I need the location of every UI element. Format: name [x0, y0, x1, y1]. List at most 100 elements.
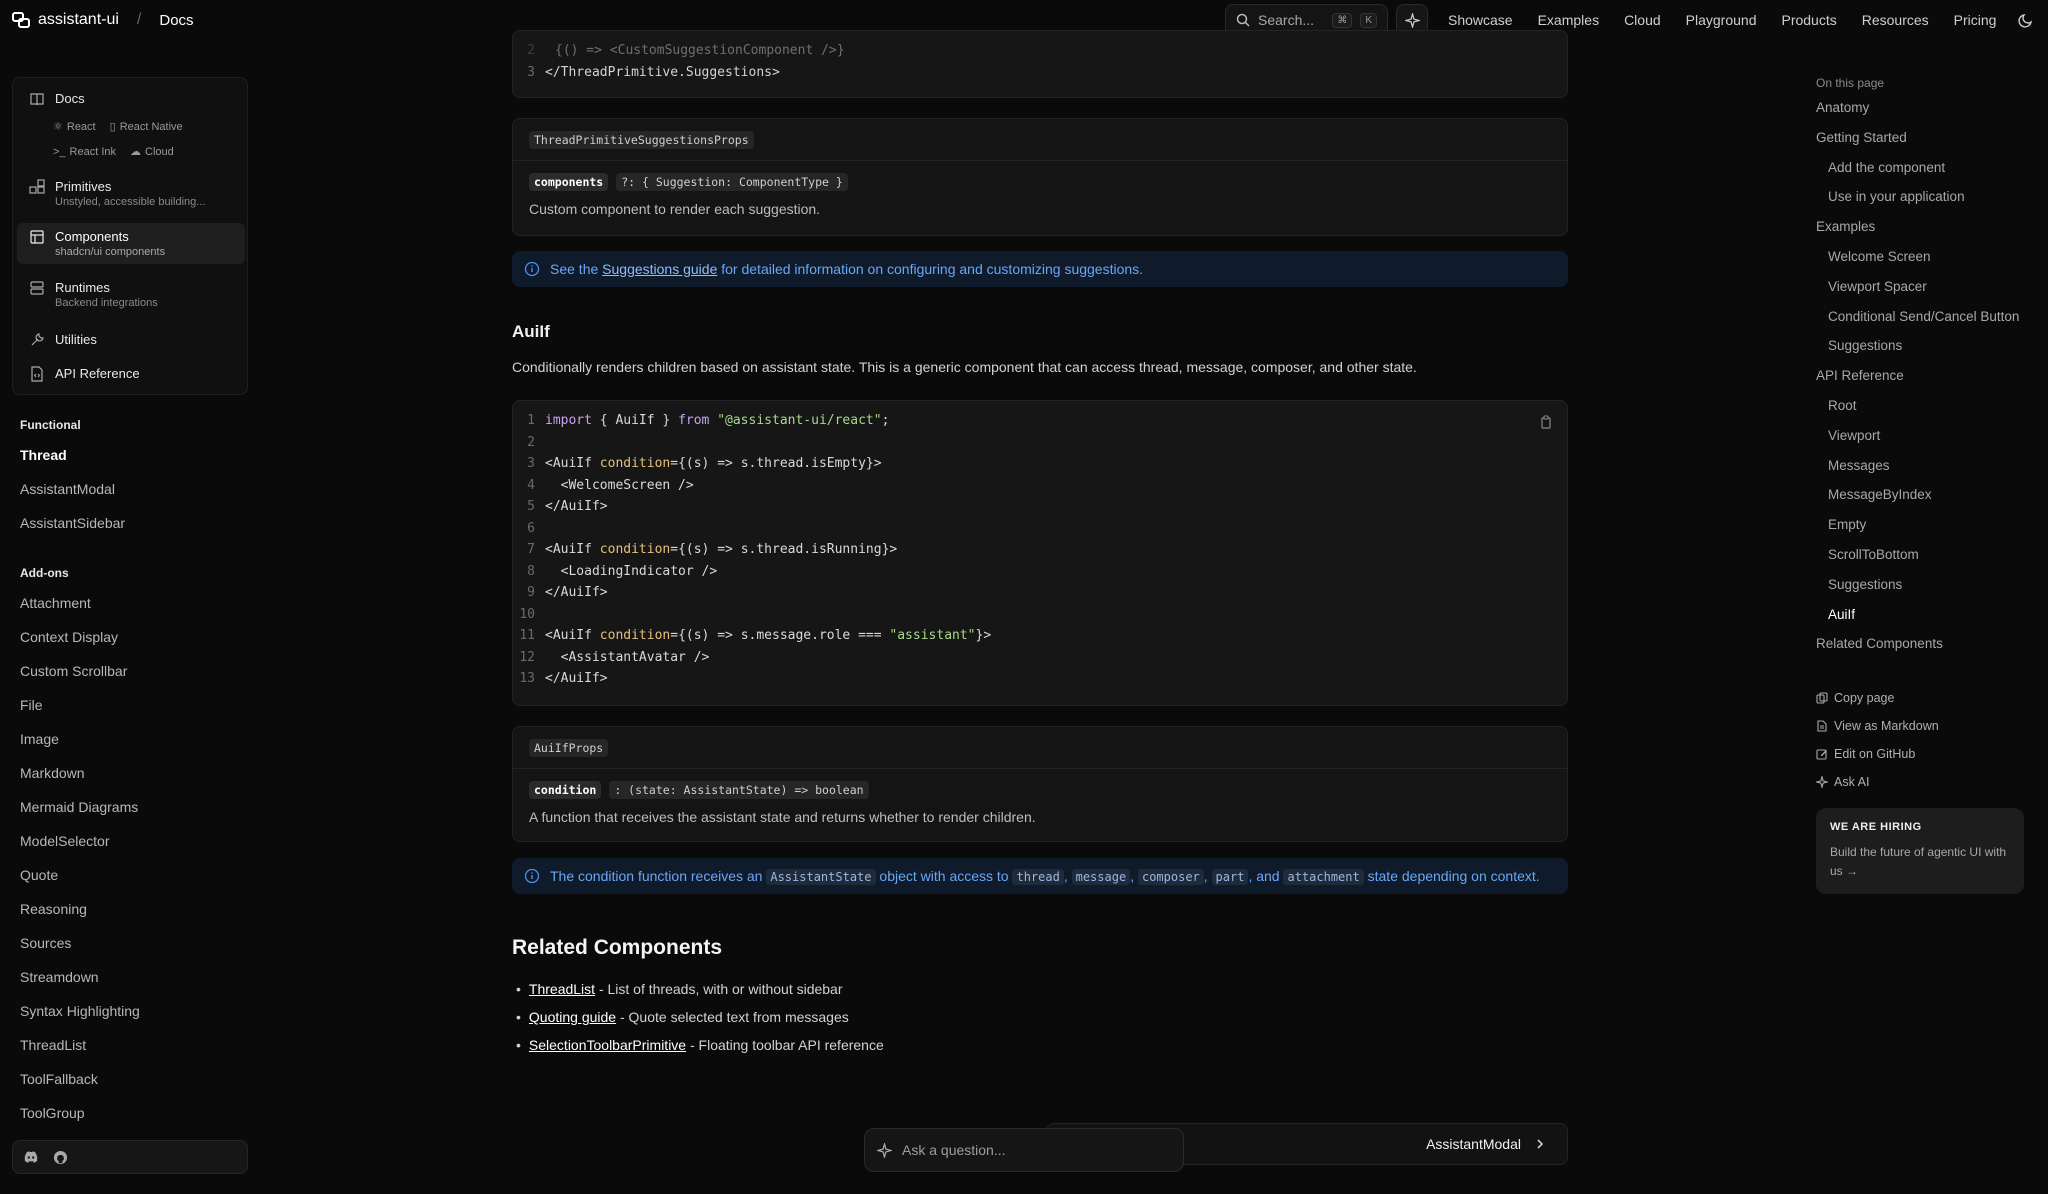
sidebar-link-file[interactable]: File	[20, 697, 43, 713]
ask-ai-button[interactable]: Ask AI	[1816, 768, 2046, 796]
nav-playground[interactable]: Playground	[1686, 12, 1757, 28]
code-block-suggestions: 2 {() => <CustomSuggestionComponent />} …	[512, 30, 1568, 98]
sidebar-item-api-reference[interactable]: API Reference	[17, 360, 245, 388]
theme-toggle-icon[interactable]	[2018, 12, 2034, 28]
terminal-icon: >_	[53, 145, 66, 158]
toc-item[interactable]: Welcome Screen	[1816, 249, 2046, 279]
sidebar-link-markdown[interactable]: Markdown	[20, 765, 85, 781]
sidebar-link-sources[interactable]: Sources	[20, 935, 71, 951]
sidebar-link-streamdown[interactable]: Streamdown	[20, 969, 99, 985]
github-icon[interactable]	[53, 1150, 68, 1165]
platform-react-ink[interactable]: >_ React Ink	[53, 145, 116, 158]
sidebar-item-runtimes[interactable]: Runtimes Backend integrations	[17, 274, 245, 315]
discord-icon[interactable]	[23, 1150, 39, 1164]
toc-item[interactable]: AuiIf	[1816, 607, 2046, 637]
copy-icon[interactable]	[1539, 415, 1553, 429]
code-line: 13 </AuiIf>	[513, 671, 1567, 693]
toc-item[interactable]: Suggestions	[1816, 577, 2046, 607]
toc-item[interactable]: Use in your application	[1816, 189, 2046, 219]
breadcrumb-separator: /	[136, 11, 142, 28]
line-number: 5	[527, 499, 535, 514]
toc-item[interactable]: Conditional Send/Cancel Button	[1816, 309, 2046, 339]
sidebar-link-mermaid-diagrams[interactable]: Mermaid Diagrams	[20, 799, 138, 815]
sidebar-link-custom-scrollbar[interactable]: Custom Scrollbar	[20, 663, 127, 679]
toc-item[interactable]: Examples	[1816, 219, 2046, 249]
line-number: 13	[519, 671, 535, 686]
sidebar-link-assistantmodal[interactable]: AssistantModal	[20, 481, 115, 497]
toc-item[interactable]: Root	[1816, 398, 2046, 428]
callout-text-mid: object with access to	[879, 868, 1009, 884]
suggestions-guide-link[interactable]: Suggestions guide	[602, 261, 717, 277]
ask-question-input[interactable]: Ask a question...	[864, 1128, 1184, 1172]
nav-products[interactable]: Products	[1781, 12, 1836, 28]
link-quoting-guide[interactable]: Quoting guide	[529, 1009, 616, 1025]
platform-react-native[interactable]: ▯ React Native	[110, 120, 183, 134]
toc-item[interactable]: Anatomy	[1816, 100, 2046, 130]
toc-item[interactable]: Add the component	[1816, 160, 2046, 190]
view-markdown-button[interactable]: View as Markdown	[1816, 712, 2046, 740]
sidebar-link-threadlist[interactable]: ThreadList	[20, 1037, 86, 1053]
line-number: 12	[519, 649, 535, 665]
sidebar-item-components[interactable]: Components shadcn/ui components	[17, 223, 245, 264]
callout-text-pre: See the	[550, 261, 599, 277]
code-assistantstate: AssistantState	[766, 869, 876, 885]
sidebar-link-context-display[interactable]: Context Display	[20, 629, 118, 645]
toc-item[interactable]: Viewport	[1816, 428, 2046, 458]
toc-item[interactable]: Viewport Spacer	[1816, 279, 2046, 309]
toc-item[interactable]: MessageByIndex	[1816, 487, 2046, 517]
toc-item[interactable]: Suggestions	[1816, 338, 2046, 368]
sidebar-link-thread[interactable]: Thread	[20, 447, 67, 463]
sidebar-link-attachment[interactable]: Attachment	[20, 595, 91, 611]
sidebar-footer	[12, 1140, 248, 1174]
nav-examples[interactable]: Examples	[1538, 12, 1599, 28]
sidebar-item-docs[interactable]: Docs	[17, 85, 245, 113]
breadcrumb-docs[interactable]: Docs	[159, 12, 193, 29]
sidebar-item-utilities[interactable]: Utilities	[17, 326, 245, 354]
toc-item[interactable]: Empty	[1816, 517, 2046, 547]
toc-item[interactable]: Getting Started	[1816, 130, 2046, 160]
platform-cloud-label: Cloud	[145, 145, 174, 158]
sidebar-link-quote[interactable]: Quote	[20, 867, 58, 883]
info-icon	[524, 868, 540, 884]
platform-cloud[interactable]: ☁ Cloud	[130, 145, 174, 159]
toc-item[interactable]: Related Components	[1816, 636, 2046, 666]
nav-pricing[interactable]: Pricing	[1954, 12, 1997, 28]
code-line: 6	[513, 521, 1567, 543]
toc-item[interactable]: Messages	[1816, 458, 2046, 488]
search-placeholder: Search...	[1258, 12, 1315, 28]
edit-github-button[interactable]: Edit on GitHub	[1816, 740, 2046, 768]
toc-item[interactable]: ScrollToBottom	[1816, 547, 2046, 577]
line-number: 9	[527, 585, 535, 600]
sidebar-item-primitives[interactable]: Primitives Unstyled, accessible building.…	[17, 173, 245, 214]
props-table-auiif: AuiIfProps condition : (state: Assistant…	[512, 726, 1568, 842]
line-number: 10	[519, 606, 535, 622]
nav-cloud[interactable]: Cloud	[1624, 12, 1661, 28]
link-threadlist[interactable]: ThreadList	[529, 981, 595, 997]
sidebar-link-image[interactable]: Image	[20, 731, 59, 747]
sidebar-link-toolgroup[interactable]: ToolGroup	[20, 1105, 85, 1121]
line-number: 3	[527, 64, 535, 80]
sidebar-link-assistantsidebar[interactable]: AssistantSidebar	[20, 515, 125, 531]
copy-page-button[interactable]: Copy page	[1816, 684, 2046, 712]
brand[interactable]: assistant-ui / Docs	[12, 11, 194, 29]
sidebar-link-toolfallback[interactable]: ToolFallback	[20, 1071, 98, 1087]
code-message: message	[1071, 869, 1131, 885]
link-selection-toolbar-primitive[interactable]: SelectionToolbarPrimitive	[529, 1037, 686, 1053]
nav-resources[interactable]: Resources	[1862, 12, 1929, 28]
code-composer: composer	[1137, 869, 1204, 885]
code-text: import { AuiIf } from "@assistant-ui/rea…	[545, 413, 890, 428]
edit-github-label: Edit on GitHub	[1834, 747, 1916, 762]
bullet: •	[516, 1037, 521, 1053]
copy-page-label: Copy page	[1834, 691, 1895, 706]
hiring-card[interactable]: WE ARE HIRING Build the future of agenti…	[1816, 808, 2024, 894]
sidebar-link-modelselector[interactable]: ModelSelector	[20, 833, 110, 849]
toc-items: Anatomy Getting Started Add the component U…	[1816, 100, 2046, 666]
code-line: 10	[513, 607, 1567, 629]
sidebar-link-reasoning[interactable]: Reasoning	[20, 901, 87, 917]
code-text: </AuiIf>	[545, 499, 608, 514]
platform-react[interactable]: ⚛ React	[53, 120, 96, 134]
nav-showcase[interactable]: Showcase	[1448, 12, 1513, 28]
sidebar-link-syntax-highlighting[interactable]: Syntax Highlighting	[20, 1003, 140, 1019]
primitives-subtitle: Unstyled, accessible building...	[55, 196, 206, 208]
toc-item[interactable]: API Reference	[1816, 368, 2046, 398]
